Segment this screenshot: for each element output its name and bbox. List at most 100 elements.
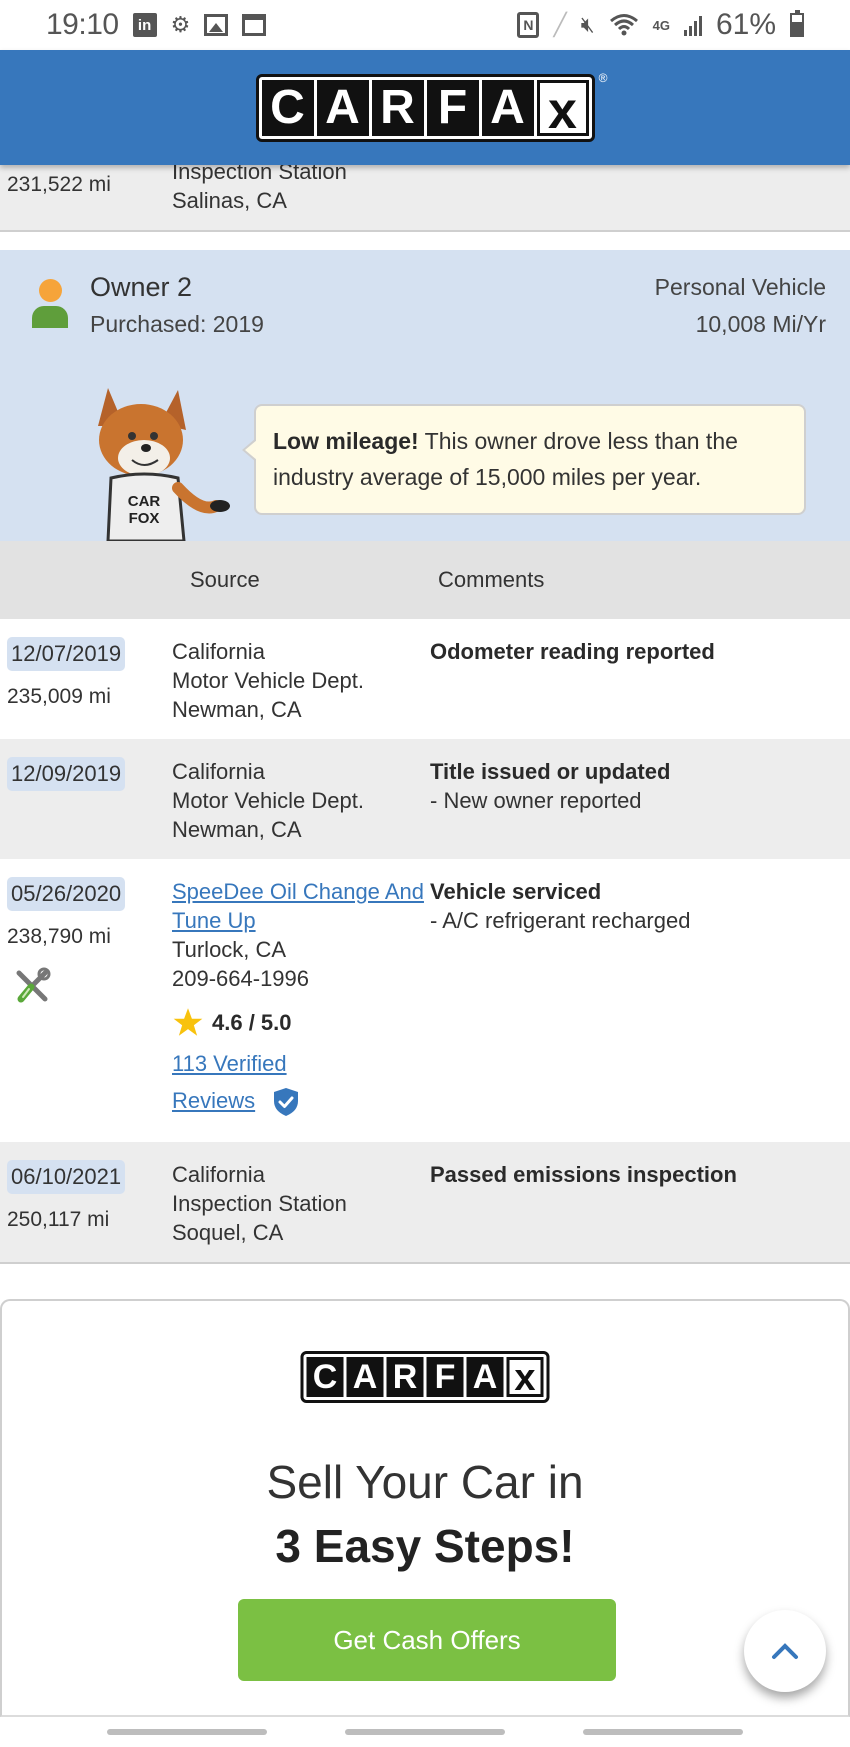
source-line: Motor Vehicle Dept. bbox=[172, 788, 364, 813]
signal-icon bbox=[683, 14, 702, 36]
chevron-up-icon bbox=[772, 1643, 798, 1659]
system-nav-bar bbox=[0, 1717, 850, 1747]
date-cell: 12/09/2019 bbox=[7, 757, 172, 859]
calendar-icon bbox=[242, 14, 267, 36]
logo-letter: C bbox=[261, 79, 314, 136]
date-cell: 06/10/2021 250,117 mi bbox=[7, 1160, 172, 1262]
logo-letter: A bbox=[346, 1357, 384, 1397]
service-shop-link[interactable]: SpeeDee Oil Change And Tune Up bbox=[172, 879, 424, 933]
nav-back-button[interactable] bbox=[583, 1729, 743, 1735]
date-badge: 12/09/2019 bbox=[7, 757, 126, 791]
column-header-source: Source bbox=[190, 567, 260, 592]
phone-number[interactable]: 209-664-1996 bbox=[172, 964, 430, 993]
source-line: Motor Vehicle Dept. bbox=[172, 668, 364, 693]
source-cell: California Motor Vehicle Dept. Newman, C… bbox=[172, 637, 430, 739]
reviews-link[interactable]: Reviews bbox=[172, 1088, 255, 1113]
owner-section: Owner 2 Purchased: 2019 Personal Vehicle… bbox=[0, 250, 850, 541]
rating-value: 4.6 / 5.0 bbox=[212, 1009, 292, 1035]
source-line: Newman, CA bbox=[172, 697, 302, 722]
comment-detail: - New owner reported bbox=[430, 788, 642, 813]
date-cell: 12/07/2019 235,009 mi bbox=[7, 637, 172, 739]
date-badge: 05/26/2020 bbox=[7, 877, 126, 911]
comment-detail: - A/C refrigerant recharged bbox=[430, 908, 691, 933]
source-line: Inspection Station bbox=[172, 1191, 347, 1216]
date-cell: 05/26/2020 238,790 mi bbox=[7, 877, 172, 1142]
comments-cell: Title issued or updated - New owner repo… bbox=[430, 757, 850, 859]
callout-title: Low mileage! bbox=[273, 428, 419, 454]
source-line: Turlock, CA bbox=[172, 937, 287, 962]
comment-title: Passed emissions inspection bbox=[430, 1162, 737, 1187]
sell-car-promo: C A R F A x Sell Your Car in 3 Easy Step… bbox=[0, 1299, 850, 1717]
source-line: Salinas, CA bbox=[172, 188, 287, 213]
date-cell: 231,522 mi bbox=[7, 165, 172, 230]
clock: 19:10 bbox=[46, 8, 119, 41]
wifi-icon bbox=[609, 14, 638, 36]
logo-letter: F bbox=[426, 1357, 464, 1397]
service-tools-icon bbox=[16, 967, 51, 1003]
owner-miles-per-year: 10,008 Mi/Yr bbox=[695, 311, 826, 337]
comments-cell: Passed emissions inspection bbox=[430, 1160, 850, 1262]
source-cell: California Motor Vehicle Dept. Newman, C… bbox=[172, 757, 430, 859]
scroll-to-top-button[interactable] bbox=[744, 1610, 826, 1692]
column-header-comments: Comments bbox=[438, 567, 545, 592]
logo-letter: x bbox=[506, 1357, 544, 1397]
logo-letter: R bbox=[386, 1357, 424, 1397]
logo-letter: A bbox=[316, 79, 369, 136]
table-row: 231,522 mi Inspection Station Salinas, C… bbox=[0, 159, 850, 232]
promo-headline: Sell Your Car in bbox=[266, 1456, 584, 1508]
carfax-logo: C A R F A x bbox=[300, 1351, 550, 1403]
low-mileage-callout: Low mileage! This owner drove less than … bbox=[242, 404, 806, 515]
battery-percent: 61% bbox=[715, 8, 776, 41]
logo-letter: R bbox=[371, 79, 424, 136]
source-line: Soquel, CA bbox=[172, 1220, 284, 1245]
svg-text:FOX: FOX bbox=[129, 510, 160, 527]
owner-vehicle-type: Personal Vehicle bbox=[654, 274, 826, 300]
comments-cell: Odometer reading reported bbox=[430, 637, 850, 739]
svg-text:CAR: CAR bbox=[128, 493, 161, 510]
source-cell: California Inspection Station Soquel, CA bbox=[172, 1160, 430, 1262]
comment-title: Title issued or updated bbox=[430, 759, 671, 784]
mute-icon: 🔇︎ bbox=[580, 12, 595, 37]
owner-person-icon bbox=[32, 279, 68, 329]
history-content: 231,522 mi Inspection Station Salinas, C… bbox=[0, 159, 850, 1264]
date-badge: 12/07/2019 bbox=[7, 637, 126, 671]
star-icon bbox=[173, 1008, 203, 1036]
nav-recents-button[interactable] bbox=[107, 1729, 267, 1735]
nav-home-button[interactable] bbox=[345, 1729, 505, 1735]
source-line: Newman, CA bbox=[172, 817, 302, 842]
linkedin-icon: in bbox=[132, 13, 157, 37]
nfc-icon: N bbox=[517, 12, 540, 38]
date-badge: 06/10/2021 bbox=[7, 1160, 126, 1194]
battery-icon bbox=[790, 10, 804, 37]
verified-reviews[interactable]: 113 Verified Reviews bbox=[172, 1045, 430, 1119]
comments-cell: Vehicle serviced - A/C refrigerant recha… bbox=[430, 877, 850, 1142]
table-row: 12/09/2019 California Motor Vehicle Dept… bbox=[0, 739, 850, 859]
owner-title: Owner 2 bbox=[90, 272, 193, 302]
mileage: 250,117 mi bbox=[7, 1208, 110, 1231]
pen-icon: ╱ bbox=[553, 12, 567, 37]
source-cell: Inspection Station Salinas, CA bbox=[172, 157, 430, 230]
shop-rating: 4.6 / 5.0 bbox=[172, 1007, 430, 1037]
source-line: California bbox=[172, 1162, 265, 1187]
source-line: California bbox=[172, 759, 265, 784]
logo-letter: A bbox=[466, 1357, 504, 1397]
table-row: 06/10/2021 250,117 mi California Inspect… bbox=[0, 1142, 850, 1264]
app-header: C A R F A x ® bbox=[0, 50, 850, 165]
promo-subheadline: 3 Easy Steps! bbox=[275, 1520, 575, 1572]
source-cell: SpeeDee Oil Change And Tune Up Turlock, … bbox=[172, 877, 430, 1142]
table-header: Source Comments bbox=[0, 541, 850, 619]
table-row: 05/26/2020 238,790 mi SpeeDee Oil Change… bbox=[0, 859, 850, 1142]
get-cash-offers-button[interactable]: Get Cash Offers bbox=[238, 1599, 616, 1681]
verified-shield-icon bbox=[274, 1088, 299, 1117]
logo-letter: x bbox=[536, 79, 589, 137]
status-bar: 19:10 in ⚙ N ╱ 🔇︎ 4G 61% bbox=[0, 0, 850, 50]
comment-title: Odometer reading reported bbox=[430, 639, 715, 664]
reviews-link[interactable]: 113 Verified bbox=[172, 1051, 287, 1076]
gallery-icon bbox=[204, 14, 229, 36]
carfax-logo[interactable]: C A R F A x ® bbox=[255, 71, 608, 142]
4g-lte-icon: 4G bbox=[652, 17, 670, 33]
settings-icon: ⚙ bbox=[170, 12, 191, 37]
logo-letter: C bbox=[306, 1357, 344, 1397]
logo-letter: A bbox=[481, 79, 534, 136]
status-bar-left: 19:10 in ⚙ bbox=[46, 8, 267, 42]
